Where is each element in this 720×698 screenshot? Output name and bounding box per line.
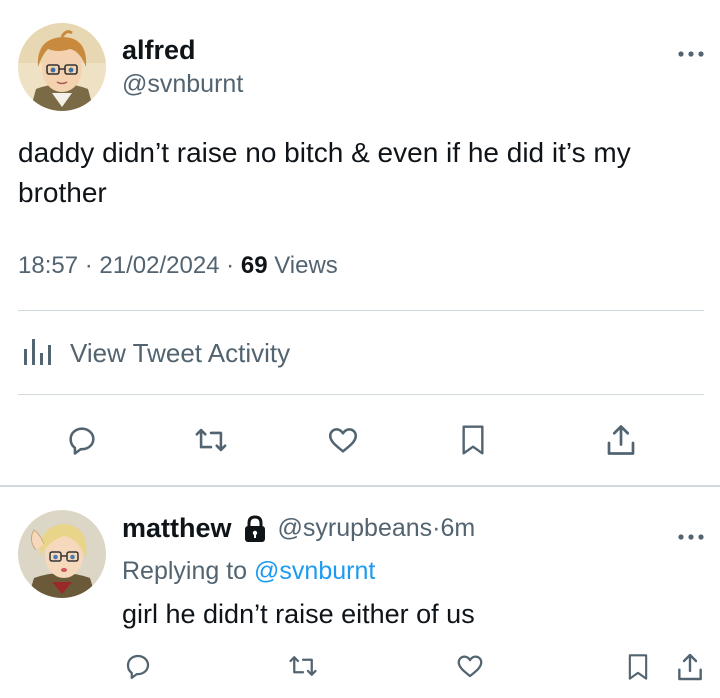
reply-text: girl he didn’t raise either of us: [122, 599, 475, 629]
reply-time[interactable]: 6m: [441, 514, 476, 543]
bookmark-icon: [628, 654, 648, 680]
thread-divider: [0, 485, 720, 487]
view-tweet-activity-label: View Tweet Activity: [70, 337, 291, 368]
author-avatar-image: [18, 23, 106, 111]
replying-to: Replying to @svnburnt: [122, 557, 375, 586]
reply-author-avatar[interactable]: [18, 510, 106, 598]
tweet-text: daddy didn’t raise no bitch & even if he…: [18, 137, 631, 208]
reply-author-name[interactable]: matthew: [122, 513, 232, 544]
retweet-icon: [289, 656, 317, 676]
retweet-button[interactable]: [190, 420, 232, 460]
divider: [18, 394, 704, 395]
replying-to-mention[interactable]: @svnburnt: [254, 557, 375, 585]
tweet-meta: 18:57 · 21/02/2024 · 69 Views: [18, 252, 338, 280]
share-button[interactable]: [600, 420, 642, 460]
analytics-icon: [22, 335, 54, 372]
share-icon: [607, 425, 635, 455]
reply-bookmark-button[interactable]: [621, 648, 655, 686]
meta-separator: ·: [78, 252, 100, 279]
more-icon[interactable]: [677, 45, 705, 57]
reply-header: matthew @syrupbeans · 6m: [122, 513, 475, 544]
divider: [18, 310, 704, 311]
reply-author-handle[interactable]: @syrupbeans: [278, 514, 433, 543]
retweet-icon: [195, 428, 227, 452]
more-icon[interactable]: [677, 528, 705, 540]
replying-to-label: Replying to: [122, 557, 255, 585]
view-tweet-activity-button[interactable]: View Tweet Activity: [22, 335, 290, 371]
bookmark-icon: [462, 425, 484, 455]
like-button[interactable]: [322, 420, 364, 460]
author-name[interactable]: alfred: [122, 35, 196, 66]
reply-like-button[interactable]: [452, 648, 488, 684]
bookmark-button[interactable]: [453, 420, 493, 460]
reply-author-avatar-image: [18, 510, 106, 598]
meta-separator: ·: [219, 252, 241, 279]
tweet-time[interactable]: 18:57: [18, 252, 78, 279]
reply-share-button[interactable]: [672, 648, 708, 686]
reply-button[interactable]: [62, 420, 102, 460]
reply-icon: [126, 654, 150, 679]
tweet-date[interactable]: 21/02/2024: [99, 252, 219, 279]
reply-reply-button[interactable]: [120, 648, 156, 684]
views-count: 69: [240, 252, 268, 279]
like-icon: [457, 655, 483, 678]
reply-retweet-button[interactable]: [284, 648, 322, 684]
like-icon: [328, 428, 358, 453]
author-avatar[interactable]: [18, 23, 106, 111]
reply-meta-separator: ·: [432, 514, 441, 542]
share-icon: [678, 653, 702, 681]
views-label: Views: [267, 252, 338, 279]
author-handle[interactable]: @svnburnt: [122, 70, 243, 99]
lock-icon: [242, 514, 268, 544]
reply-icon: [69, 427, 95, 455]
